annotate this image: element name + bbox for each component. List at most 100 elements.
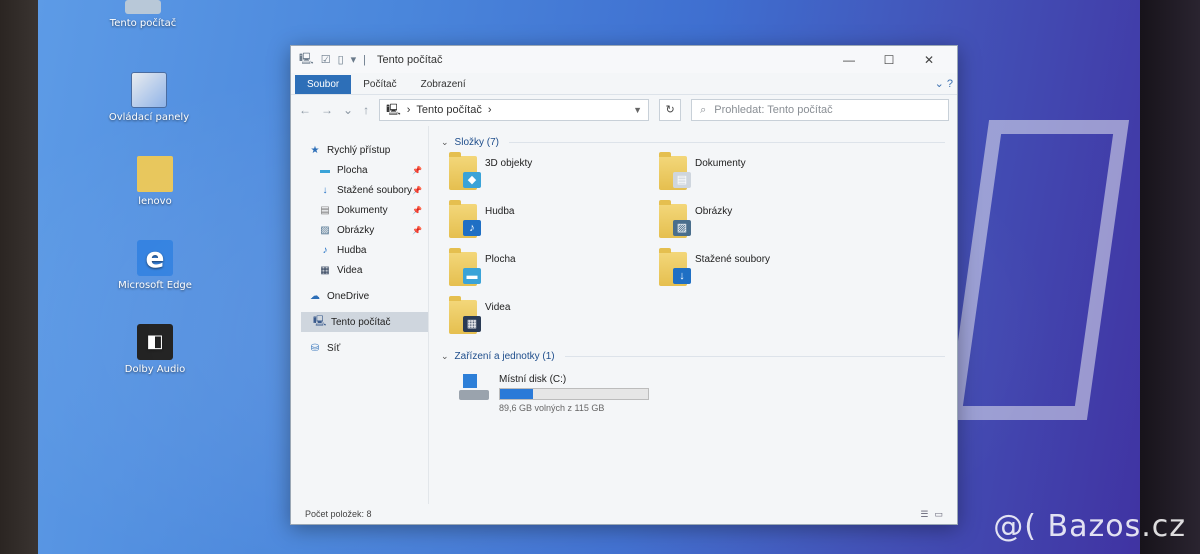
dolby-icon: ◧: [137, 324, 173, 360]
chevron-down-icon: ⌄: [441, 350, 449, 361]
folder-name: Videa: [485, 302, 511, 313]
desktop-icon-this-pc[interactable]: Tento počítač: [98, 0, 188, 30]
documents-icon: ▤: [320, 204, 330, 216]
folder-name: Hudba: [485, 206, 515, 217]
cloud-icon: ☁: [310, 290, 320, 302]
folder-item[interactable]: ↓ Stažené soubory: [659, 248, 869, 292]
desktop-icon: ▬: [463, 268, 481, 284]
pin-icon: 📌: [412, 185, 422, 195]
details-view-icon[interactable]: ☰: [920, 509, 928, 520]
tab-zobrazeni[interactable]: Zobrazení: [409, 75, 478, 94]
folder-icon: ♪: [449, 200, 481, 238]
content-pane: ⌄ Složky (7) ◆ 3D objekty ▤ Dokumenty ♪ Hudba…: [429, 126, 957, 504]
network-icon: ⛁: [310, 342, 320, 354]
maximize-icon[interactable]: ☐: [869, 53, 909, 67]
computer-icon: 🖳: [299, 53, 314, 65]
star-icon: ★: [310, 144, 320, 156]
computer-icon: 🖳: [386, 103, 401, 116]
sidebar-item-label: Stažené soubory: [337, 184, 413, 196]
sidebar-item-music[interactable]: ♪ Hudba: [291, 240, 428, 260]
drive-icon: [459, 374, 489, 400]
status-bar: Počet položek: 8 ☰ ▭: [291, 504, 957, 524]
chevron-right-icon[interactable]: ›: [488, 104, 492, 116]
folders-grid: ◆ 3D objekty ▤ Dokumenty ♪ Hudba ▨ Obrázky ▬ Ploc…: [441, 150, 945, 348]
folder-name: Dokumenty: [695, 158, 746, 169]
desktop-icon-dolby[interactable]: ◧ Dolby Audio: [110, 324, 200, 376]
forward-icon[interactable]: →: [321, 103, 333, 117]
sidebar-item-label: Obrázky: [337, 224, 375, 236]
group-title: Složky (7): [454, 136, 499, 148]
pin-icon: 📌: [412, 225, 422, 235]
tab-soubor[interactable]: Soubor: [295, 75, 352, 94]
ribbon-tabs: Soubor Počítač Zobrazení ⌄ ?: [291, 73, 957, 95]
window-title: Tento počítač: [377, 53, 443, 66]
back-icon[interactable]: ←: [299, 103, 311, 117]
divider: [509, 141, 945, 143]
folder-item[interactable]: ▨ Obrázky: [659, 200, 869, 244]
recent-dropdown-icon[interactable]: ⌄: [343, 103, 353, 117]
sidebar-item-label: Síť: [327, 342, 341, 354]
folder-icon: ▤: [659, 152, 691, 190]
folder-icon: ▬: [449, 248, 481, 286]
folder-item[interactable]: ▦ Videa: [449, 296, 659, 340]
tab-pocitac[interactable]: Počítač: [351, 75, 408, 94]
customize-dropdown-icon[interactable]: ▾: [351, 53, 357, 66]
sidebar-item-pictures[interactable]: ▨ Obrázky 📌: [291, 220, 428, 240]
folder-name: 3D objekty: [485, 158, 533, 169]
desktop-icon-label: Dolby Audio: [124, 364, 186, 375]
sidebar-item-onedrive[interactable]: ☁ OneDrive: [291, 286, 428, 306]
drive-item-c[interactable]: Místní disk (C:) 89,6 GB volných z 115 G…: [441, 364, 945, 413]
desktop-icon-label: Ovládací panely: [108, 112, 190, 123]
control-panel-icon: [131, 72, 167, 108]
minimize-icon[interactable]: —: [829, 53, 869, 67]
sidebar-item-network[interactable]: ⛁ Síť: [291, 338, 428, 358]
sidebar-item-videos[interactable]: ▦ Videa: [291, 260, 428, 280]
up-icon[interactable]: ↑: [363, 103, 369, 117]
folder-item[interactable]: ▤ Dokumenty: [659, 152, 869, 196]
desktop-icon-label: lenovo: [138, 196, 172, 207]
drives-group-header[interactable]: ⌄ Zařízení a jednotky (1): [441, 348, 945, 364]
pin-icon: 📌: [412, 165, 422, 175]
watermark: @( Bazos.cz: [993, 509, 1186, 544]
window-reflection: [946, 120, 1130, 420]
title-bar: 🖳 ☑ ▯ ▾ | Tento počítač — ☐ ✕: [291, 46, 957, 73]
drive-name: Místní disk (C:): [499, 374, 567, 385]
sidebar-item-downloads[interactable]: ↓ Stažené soubory 📌: [291, 180, 428, 200]
drive-usage-fill: [500, 389, 533, 399]
properties-icon[interactable]: ☑: [321, 53, 331, 66]
drive-usage-bar: [499, 388, 649, 400]
user-folder-icon: [137, 156, 173, 192]
large-icons-view-icon[interactable]: ▭: [934, 509, 943, 520]
pictures-icon: ▨: [320, 224, 330, 236]
folder-item[interactable]: ▬ Plocha: [449, 248, 659, 292]
address-bar: ← → ⌄ ↑ 🖳 › Tento počítač › ▼ ↻ ⌕ Prohle…: [291, 95, 957, 125]
new-folder-icon[interactable]: ▯: [338, 53, 344, 66]
search-input[interactable]: ⌕ Prohledat: Tento počítač: [691, 99, 949, 121]
chevron-down-icon[interactable]: ▼: [633, 105, 642, 115]
desktop-icon-lenovo[interactable]: lenovo: [110, 156, 200, 208]
refresh-icon[interactable]: ↻: [659, 99, 682, 121]
folder-item[interactable]: ◆ 3D objekty: [449, 152, 659, 196]
folder-icon: ▨: [659, 200, 691, 238]
close-icon[interactable]: ✕: [909, 53, 949, 67]
drive-free-space: 89,6 GB volných z 115 GB: [499, 403, 605, 413]
folders-group-header[interactable]: ⌄ Složky (7): [441, 134, 945, 150]
sidebar-item-documents[interactable]: ▤ Dokumenty 📌: [291, 200, 428, 220]
sidebar-item-label: Hudba: [337, 244, 367, 256]
help-icon[interactable]: ⌄ ?: [935, 77, 953, 90]
computer-icon: [125, 0, 161, 14]
sidebar-item-label: Dokumenty: [337, 204, 388, 216]
sidebar-item-quick-access[interactable]: ★ Rychlý přístup: [291, 140, 428, 160]
address-input[interactable]: 🖳 › Tento počítač › ▼: [379, 99, 650, 121]
folder-item[interactable]: ♪ Hudba: [449, 200, 659, 244]
folder-name: Stažené soubory: [695, 254, 771, 265]
desktop-icon-edge[interactable]: e Microsoft Edge: [110, 240, 200, 292]
separator: |: [363, 53, 367, 66]
desktop-icon-label: Microsoft Edge: [118, 280, 192, 291]
folder-icon: ↓: [659, 248, 691, 286]
sidebar-item-label: OneDrive: [327, 290, 370, 302]
desktop-icon-control-panel[interactable]: Ovládací panely: [104, 72, 194, 124]
sidebar-item-this-pc[interactable]: 🖳 Tento počítač: [301, 312, 428, 332]
desktop-icon: ▬: [320, 164, 330, 176]
sidebar-item-plocha[interactable]: ▬ Plocha 📌: [291, 160, 428, 180]
